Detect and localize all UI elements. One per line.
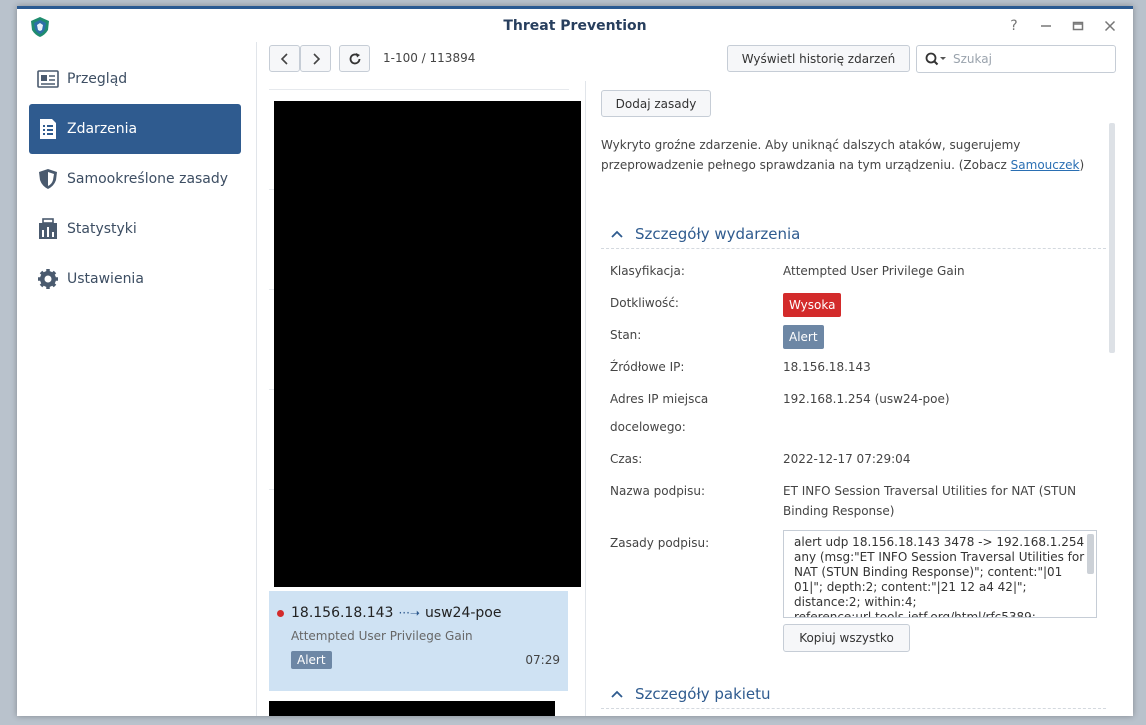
event-history-button[interactable]: Wyświetl historię zdarzeń (727, 45, 910, 72)
packet-details-title: Szczegóły pakietu (635, 684, 771, 703)
toolbar: 1-100 / 113894 Wyświetl historię zdarzeń (269, 42, 1133, 78)
list-item-time: 07:29 (525, 653, 560, 667)
add-rule-button[interactable]: Dodaj zasady (601, 90, 711, 117)
sidebar-item-events[interactable]: Zdarzenia (29, 104, 241, 154)
list-item-footer: Alert 07:29 (291, 651, 560, 669)
title-bar: Threat Prevention ? (17, 9, 1133, 42)
search-box[interactable] (916, 45, 1116, 73)
severity-label: Dotkliwość: (610, 296, 679, 310)
prev-page-button[interactable] (269, 45, 300, 72)
sidebar-item-label: Ustawienia (67, 271, 144, 287)
search-input[interactable] (953, 52, 1103, 66)
statistics-icon (37, 218, 59, 240)
state-value-wrap: Alert (783, 325, 824, 349)
time-value: 2022-12-17 07:29:04 (783, 452, 911, 466)
sidebar-item-label: Samookreślone zasady (67, 171, 229, 187)
maximize-icon[interactable] (1069, 17, 1087, 35)
severity-value-wrap: Wysoka (783, 293, 842, 317)
sidebar-item-label: Statystyki (67, 221, 137, 237)
dest-ip-label-line1: Adres IP miejsca (610, 392, 709, 406)
sidebar-item-statistics[interactable]: Statystyki (29, 204, 241, 254)
sidebar: Przegląd Zdarzenia Samookreślone zasady … (17, 42, 257, 716)
list-item-destination: usw24-poe (424, 605, 502, 621)
event-details-title: Szczegóły wydarzenia (635, 224, 801, 243)
minimize-icon[interactable] (1037, 17, 1055, 35)
classification-value: Attempted User Privilege Gain (783, 264, 965, 278)
search-icon[interactable] (925, 52, 947, 66)
shield-icon (37, 168, 59, 190)
sidebar-item-label: Przegląd (67, 71, 128, 87)
state-badge: Alert (783, 325, 824, 349)
redacted-region (274, 101, 581, 587)
tutorial-link[interactable]: Samouczek (1011, 158, 1080, 172)
state-label: Stan: (610, 328, 642, 342)
time-label: Czas: (610, 452, 643, 466)
app-window: Threat Prevention ? Przegląd Zdarzenia S… (17, 6, 1133, 716)
arrow-right-icon: ···➝ (398, 606, 420, 620)
signature-rule-label: Zasady podpisu: (610, 536, 710, 550)
copy-all-button[interactable]: Kopiuj wszystko (783, 624, 910, 652)
chevron-right-icon (312, 52, 320, 65)
list-item-description: Attempted User Privilege Gain (291, 629, 473, 643)
close-icon[interactable] (1101, 17, 1119, 35)
pagination-counter: 1-100 / 113894 (383, 51, 476, 65)
source-ip-label: Źródłowe IP: (610, 360, 685, 374)
chevron-left-icon (280, 52, 288, 65)
sidebar-item-label: Zdarzenia (67, 121, 138, 137)
status-badge: Alert (291, 651, 332, 669)
source-ip-value: 18.156.18.143 (783, 360, 871, 374)
sidebar-item-overview[interactable]: Przegląd (29, 54, 241, 104)
overview-icon (37, 68, 59, 90)
gear-icon (37, 268, 59, 290)
help-icon[interactable]: ? (1005, 17, 1023, 35)
redacted-region (269, 701, 555, 716)
warning-end: ) (1079, 158, 1085, 172)
detail-scrollbar[interactable] (1109, 123, 1115, 353)
refresh-button[interactable] (339, 45, 370, 72)
window-controls: ? (1005, 17, 1119, 35)
severity-dot-icon (277, 609, 284, 617)
threat-warning: Wykryto groźne zdarzenie. Aby uniknąć da… (601, 135, 1101, 175)
event-details-section-header[interactable]: Szczegóły wydarzenia (601, 219, 1106, 249)
event-detail-pane: Dodaj zasady Wykryto groźne zdarzenie. A… (586, 81, 1133, 716)
refresh-icon (349, 52, 360, 64)
packet-details-section-header[interactable]: Szczegóły pakietu (601, 679, 1106, 709)
list-item-source: 18.156.18.143 (291, 605, 394, 621)
signature-rule-text: alert udp 18.156.18.143 3478 -> 192.168.… (794, 535, 1085, 618)
chevron-up-icon (611, 230, 623, 238)
list-item-route: 18.156.18.143 ···➝ usw24-poe (277, 605, 560, 621)
sidebar-item-custom-rules[interactable]: Samookreślone zasady (29, 154, 241, 204)
textarea-scrollbar[interactable] (1087, 534, 1094, 574)
dest-ip-label-line2: docelowego: (610, 420, 686, 434)
signature-name-value: ET INFO Session Traversal Utilities for … (783, 484, 1077, 518)
list-item[interactable]: 18.156.18.143 ···➝ usw24-poe Attempted U… (269, 591, 568, 691)
list-separator (269, 89, 569, 90)
dest-ip-value: 192.168.1.254 (usw24-poe) (783, 392, 950, 406)
signature-rule-textarea[interactable]: alert udp 18.156.18.143 3478 -> 192.168.… (783, 530, 1097, 618)
chevron-up-icon (611, 690, 623, 698)
events-icon (37, 118, 59, 140)
warning-text: Wykryto groźne zdarzenie. Aby uniknąć da… (601, 138, 1021, 172)
classification-label: Klasyfikacja: (610, 264, 685, 278)
severity-badge: Wysoka (783, 293, 842, 317)
signature-name-label: Nazwa podpisu: (610, 484, 706, 498)
next-page-button[interactable] (300, 45, 331, 72)
sidebar-item-settings[interactable]: Ustawienia (29, 254, 241, 304)
event-list: 18.156.18.143 ···➝ usw24-poe Attempted U… (269, 81, 585, 716)
window-title: Threat Prevention (503, 18, 647, 34)
